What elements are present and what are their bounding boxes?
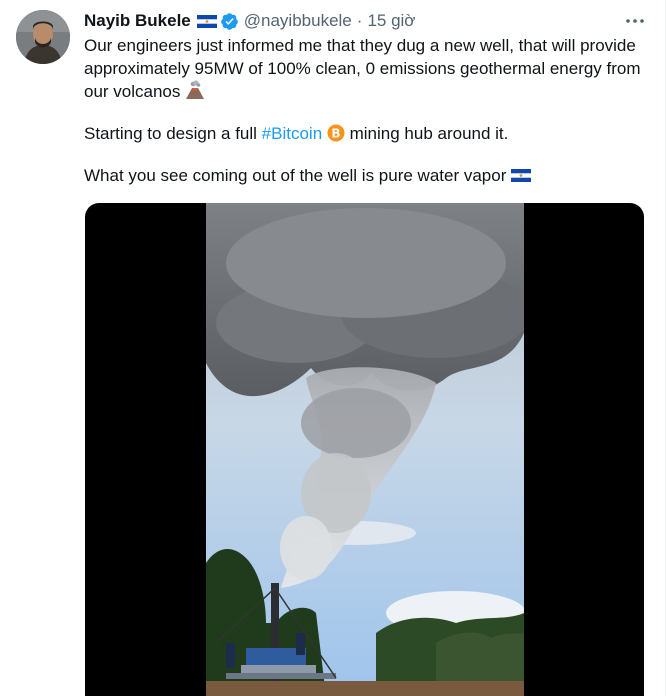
timestamp[interactable]: 15 giờ (367, 11, 415, 31)
tweet-paragraph-2: Starting to design a full #Bitcoin B min… (84, 124, 509, 143)
tweet-header: Nayib Bukele @nayibbukele · 15 giờ (84, 8, 415, 34)
tweet-video[interactable] (85, 203, 644, 696)
svg-text:B: B (331, 126, 340, 140)
separator-dot: · (356, 11, 363, 30)
tweet-card[interactable]: Nayib Bukele @nayibbukele · 15 giờ Our e… (0, 0, 666, 696)
hashtag-bitcoin[interactable]: #Bitcoin (262, 124, 322, 143)
avatar[interactable] (16, 10, 70, 64)
tweet-text: Our engineers just informed me that they… (84, 34, 646, 187)
volcano-emoji-icon (186, 80, 205, 99)
bitcoin-emoji-icon: B (327, 124, 345, 142)
el-salvador-flag-icon (511, 169, 532, 182)
tweet-paragraph-1: Our engineers just informed me that they… (84, 36, 641, 101)
verified-badge-icon (220, 12, 238, 30)
author-handle[interactable]: @nayibbukele (244, 11, 352, 31)
video-frame[interactable] (206, 203, 524, 696)
author-name[interactable]: Nayib Bukele (84, 11, 191, 31)
el-salvador-flag-icon (196, 14, 217, 28)
tweet-paragraph-3: What you see coming out of the well is p… (84, 164, 646, 187)
more-options-icon[interactable] (624, 10, 646, 32)
